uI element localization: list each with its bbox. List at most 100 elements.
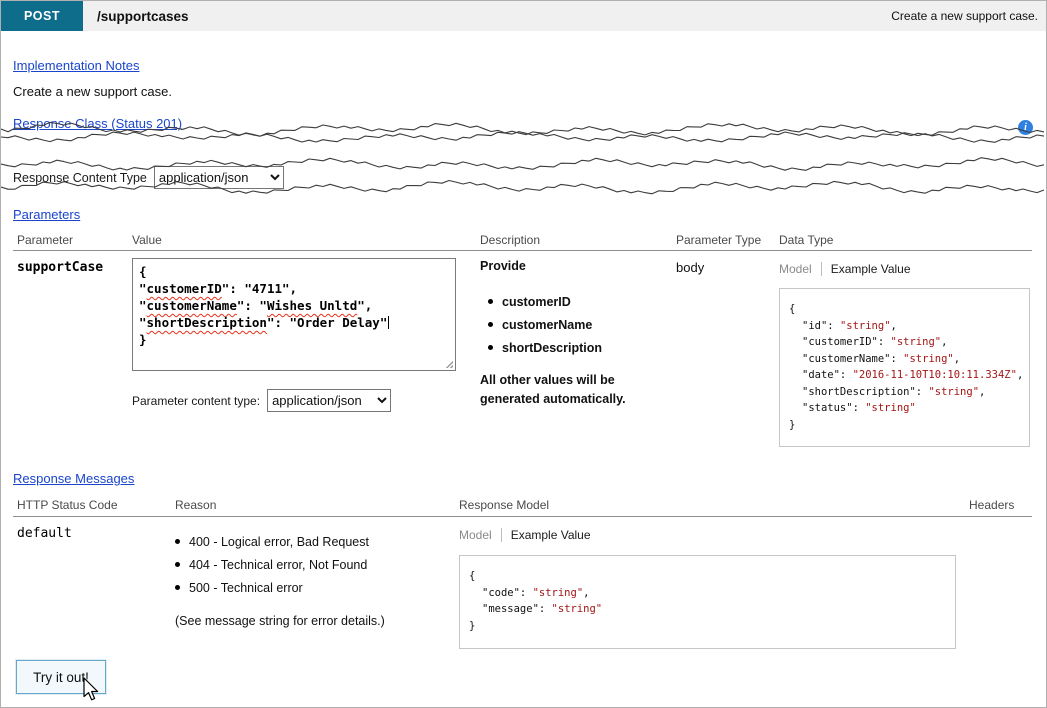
tab-example-value[interactable]: Example Value — [501, 528, 591, 542]
column-header-data-type: Data Type — [779, 233, 833, 247]
editor-line: { — [139, 263, 449, 280]
response-class-link[interactable]: Response Class (Status 201) — [13, 116, 182, 131]
column-header-response-model: Response Model — [459, 498, 549, 512]
json-line: "date": "2016-11-10T10:10:11.334Z", — [789, 367, 1020, 384]
editor-text: } — [139, 332, 147, 347]
json-line: "customerName": "string", — [789, 351, 1020, 368]
json-punct: } — [469, 620, 475, 632]
textarea-resize-handle[interactable] — [444, 359, 453, 368]
text-caret — [388, 316, 389, 329]
json-key: "id": — [802, 320, 840, 332]
reason-list: 400 - Logical error, Bad Request 404 - T… — [175, 535, 369, 604]
response-messages-header-divider — [13, 516, 1032, 517]
operation-summary: Create a new support case. — [891, 9, 1038, 23]
json-punct: , — [941, 336, 947, 348]
editor-line: } — [139, 331, 449, 348]
http-method-badge[interactable]: POST — [1, 1, 83, 31]
parameter-content-type-label: Parameter content type: — [132, 394, 260, 408]
swagger-operation-panel: POST /supportcases Create a new support … — [0, 0, 1047, 708]
column-header-parameter-type: Parameter Type — [676, 233, 761, 247]
operation-header-bar: POST /supportcases Create a new support … — [1, 1, 1046, 31]
editor-line: "customerID": "4711", — [139, 280, 449, 297]
tab-model[interactable]: Model — [779, 262, 821, 276]
implementation-notes-text: Create a new support case. — [13, 84, 172, 99]
reason-item: 400 - Logical error, Bad Request — [175, 535, 369, 549]
json-line: "shortDescription": "string", — [789, 384, 1020, 401]
tab-model[interactable]: Model — [459, 528, 501, 542]
editor-text: " — [139, 281, 147, 296]
implementation-notes-link[interactable]: Implementation Notes — [13, 58, 139, 73]
data-type-example-box: { "id": "string", "customerID": "string"… — [779, 288, 1030, 447]
parameter-body-textarea[interactable]: { "customerID": "4711", "customerName": … — [132, 258, 456, 371]
json-line: } — [469, 618, 946, 635]
json-key: "status": — [802, 402, 865, 414]
description-lead: Provide — [480, 259, 662, 273]
column-header-headers: Headers — [969, 498, 1014, 512]
endpoint-path-link[interactable]: /supportcases — [97, 9, 189, 24]
json-value: "2016-11-10T10:10:11.334Z" — [853, 369, 1017, 381]
json-punct: , — [583, 587, 589, 599]
json-punct: , — [979, 386, 985, 398]
column-header-value: Value — [132, 233, 162, 247]
response-content-type-select[interactable]: application/json — [154, 166, 284, 189]
json-line: } — [789, 417, 1020, 434]
misspelled-word: customerName — [147, 298, 237, 313]
response-model-example-box: { "code": "string", "message": "string" … — [459, 555, 956, 649]
editor-text: { — [139, 264, 147, 279]
json-value: "string" — [533, 587, 584, 599]
json-line: { — [469, 568, 946, 585]
json-key: "date": — [802, 369, 853, 381]
json-punct: { — [789, 303, 795, 315]
json-line: "id": "string", — [789, 318, 1020, 335]
description-bullet: customerName — [488, 318, 662, 332]
json-key: "customerName": — [802, 353, 903, 365]
description-bullet: shortDescription — [488, 341, 662, 355]
column-header-description: Description — [480, 233, 540, 247]
description-bullet: customerID — [488, 295, 662, 309]
json-value: "string" — [891, 336, 942, 348]
json-value: "string" — [552, 603, 603, 615]
json-line: { — [789, 301, 1020, 318]
parameters-header-divider — [13, 250, 1032, 251]
column-header-parameter: Parameter — [17, 233, 73, 247]
misspelled-word: shortDescription — [147, 315, 267, 330]
mouse-cursor-pointer — [82, 677, 99, 703]
response-content-type-label: Response Content Type — [13, 171, 147, 185]
response-status-code: default — [17, 526, 72, 541]
info-icon[interactable]: i — [1018, 120, 1033, 135]
json-value: "string" — [903, 353, 954, 365]
json-value: "string" — [840, 320, 891, 332]
json-punct: , — [954, 353, 960, 365]
json-line: "status": "string" — [789, 400, 1020, 417]
parameter-name: supportCase — [17, 260, 103, 275]
json-line: "customerID": "string", — [789, 334, 1020, 351]
json-punct: , — [1017, 369, 1023, 381]
editor-text: ": "4711", — [222, 281, 297, 296]
response-content-type-row: Response Content Type application/json — [13, 166, 284, 189]
editor-text: ": "Order Delay" — [267, 315, 387, 330]
parameter-content-type-select[interactable]: application/json — [267, 389, 391, 412]
reason-item: 500 - Technical error — [175, 581, 369, 595]
parameter-type-value: body — [676, 260, 704, 275]
column-header-http-status-code: HTTP Status Code — [17, 498, 118, 512]
json-punct: , — [891, 320, 897, 332]
json-value: "string" — [865, 402, 916, 414]
editor-text: ": " — [237, 298, 267, 313]
description-note: All other values will be generated autom… — [480, 371, 662, 410]
response-messages-section-link[interactable]: Response Messages — [13, 471, 134, 486]
data-type-tabs: Model Example Value — [779, 262, 911, 276]
editor-line: "shortDescription": "Order Delay" — [139, 314, 449, 331]
parameters-section-link[interactable]: Parameters — [13, 207, 80, 222]
misspelled-word: Wishes Unltd — [267, 298, 357, 313]
reason-item: 404 - Technical error, Not Found — [175, 558, 369, 572]
json-line: "message": "string" — [469, 601, 946, 618]
json-key: "code": — [482, 587, 533, 599]
json-key: "customerID": — [802, 336, 891, 348]
description-bullet-list: customerID customerName shortDescription — [480, 295, 662, 355]
misspelled-word: customerID — [147, 281, 222, 296]
response-model-tabs: Model Example Value — [459, 528, 591, 542]
editor-text: " — [139, 315, 147, 330]
editor-text: " — [139, 298, 147, 313]
json-line: "code": "string", — [469, 585, 946, 602]
tab-example-value[interactable]: Example Value — [821, 262, 911, 276]
